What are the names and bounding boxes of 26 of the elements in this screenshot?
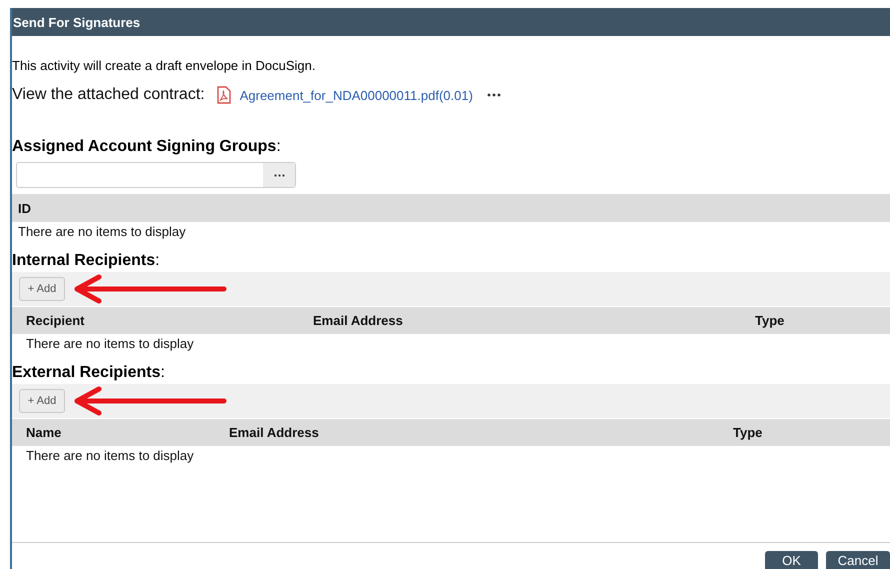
add-button[interactable]: + Add [19,277,65,301]
contract-label: View the attached contract: [12,86,205,104]
signing-group-field[interactable] [16,162,296,188]
section-heading: Assigned Account Signing Groups: [12,138,282,157]
column-header: Email Address [229,425,320,440]
column-header: Recipient [26,313,86,328]
ok-button[interactable]: OK [765,551,818,569]
empty-message: There are no items to display [25,334,195,352]
empty-message: There are no items to display [17,222,187,240]
cancel-button[interactable]: Cancel [826,551,890,569]
intro-text: This activity will create a draft envelope in DocuSign. [12,58,316,74]
browse-button[interactable] [263,163,295,187]
pdf-file-icon [216,86,231,104]
column-header: ID [18,200,31,216]
contract-file-link[interactable]: Agreement_for_NDA00000011.pdf(0.01) [240,88,473,102]
section-heading: External Recipients: [12,364,166,383]
empty-message: There are no items to display [25,446,195,464]
window-title: Send For Signatures [13,14,140,30]
column-header: Type [733,425,762,440]
column-header: Name [26,425,62,440]
add-button[interactable]: + Add [19,389,65,413]
more-icon [274,174,284,176]
column-header: Email Address [313,313,404,328]
section-heading: Internal Recipients: [12,252,161,271]
column-header: Type [755,313,784,328]
more-options-icon[interactable] [486,93,501,97]
